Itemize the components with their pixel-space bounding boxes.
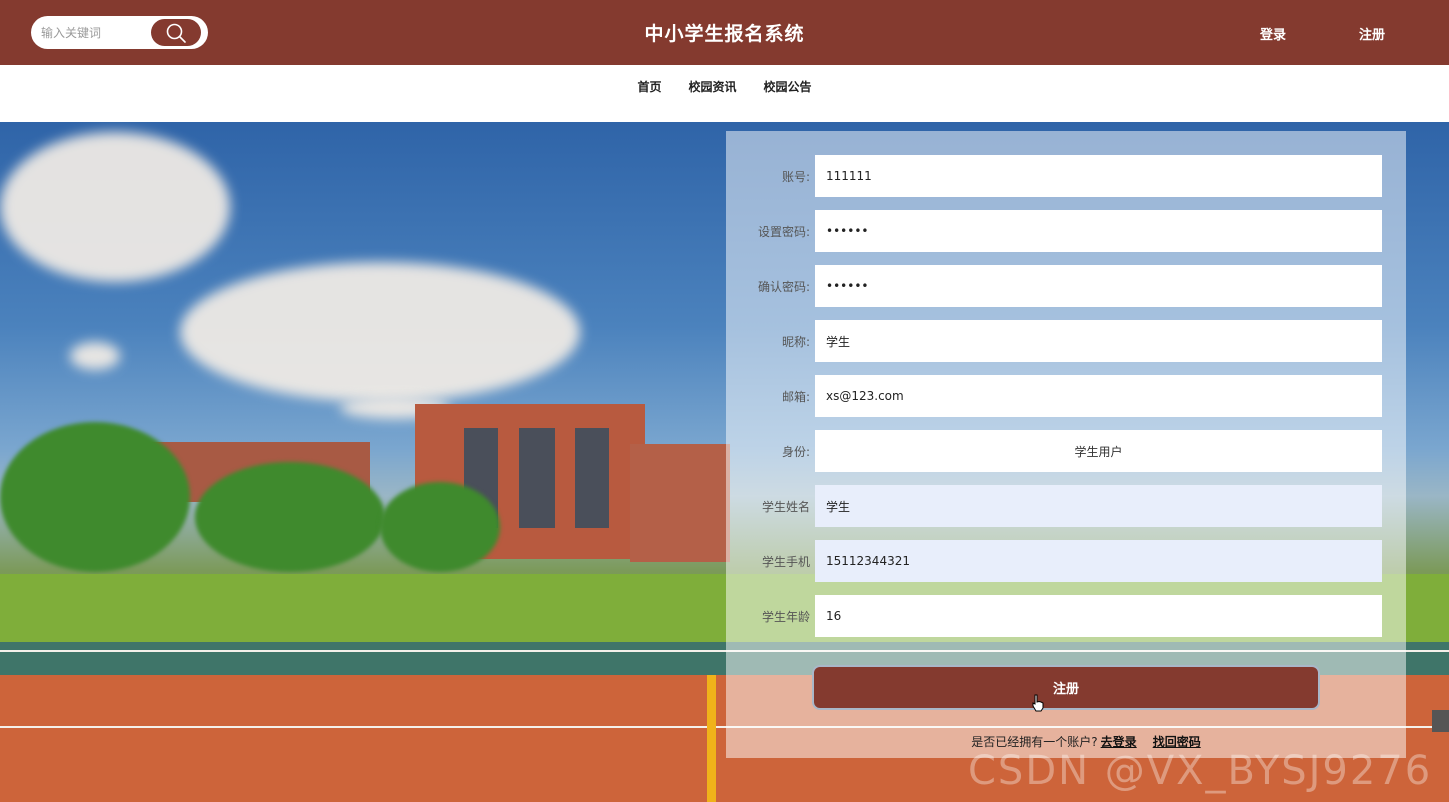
- confirm-password-row: 确认密码:: [726, 265, 1406, 307]
- form-bottom-links: 是否已经拥有一个账户? 去登录 找回密码: [726, 733, 1406, 750]
- main-nav: 首页 校园资讯 校园公告: [0, 65, 1449, 122]
- account-label: 账号:: [781, 170, 810, 184]
- track-yellow-line: [707, 675, 716, 802]
- search-icon: [166, 23, 186, 43]
- site-title-wrap: 中小学生报名系统: [0, 19, 1449, 46]
- password-row: 设置密码:: [726, 210, 1406, 252]
- register-submit-label: 注册: [1052, 682, 1079, 697]
- email-label: 邮箱:: [781, 390, 810, 404]
- student-phone-label: 学生手机: [761, 555, 810, 569]
- has-account-text: 是否已经拥有一个账户?: [971, 735, 1098, 749]
- email-row: 邮箱:: [726, 375, 1406, 417]
- cloud-shape: [0, 132, 230, 282]
- nickname-input[interactable]: [815, 320, 1382, 362]
- student-phone-input[interactable]: [815, 540, 1382, 582]
- student-name-row: 学生姓名: [726, 485, 1406, 527]
- login-link[interactable]: 登录: [1260, 24, 1286, 43]
- find-password-link[interactable]: 找回密码: [1153, 735, 1201, 749]
- search-button[interactable]: [151, 19, 201, 46]
- student-age-label: 学生年龄: [761, 610, 810, 624]
- student-age-row: 学生年龄: [726, 595, 1406, 637]
- student-age-input[interactable]: [815, 595, 1382, 637]
- search-box: [31, 16, 208, 49]
- identity-selected-value: 学生用户: [1074, 444, 1123, 459]
- building-shape: [630, 444, 730, 562]
- password-input[interactable]: [815, 210, 1382, 252]
- building-window: [519, 428, 555, 528]
- email-input[interactable]: [815, 375, 1382, 417]
- confirm-password-label: 确认密码:: [757, 280, 810, 294]
- cloud-shape: [70, 342, 120, 370]
- tree-shape: [380, 482, 500, 572]
- cloud-shape: [180, 262, 580, 402]
- student-name-label: 学生姓名: [761, 500, 810, 514]
- tree-shape: [0, 422, 190, 572]
- account-row: 账号:: [726, 155, 1406, 197]
- go-login-link[interactable]: 去登录: [1101, 735, 1137, 749]
- hand-cursor-icon: [1032, 694, 1044, 712]
- confirm-password-input[interactable]: [815, 265, 1382, 307]
- identity-row: 身份: 学生用户: [726, 430, 1406, 472]
- student-phone-row: 学生手机: [726, 540, 1406, 582]
- nickname-row: 昵称:: [726, 320, 1406, 362]
- building-window: [575, 428, 609, 528]
- nickname-label: 昵称:: [781, 335, 810, 349]
- tree-shape: [195, 462, 385, 572]
- register-submit-button[interactable]: 注册: [812, 665, 1320, 710]
- password-label: 设置密码:: [757, 225, 810, 239]
- identity-select[interactable]: 学生用户: [815, 430, 1382, 472]
- student-name-input[interactable]: [815, 485, 1382, 527]
- side-keyboard-tab[interactable]: [1432, 710, 1449, 732]
- top-header: 中小学生报名系统 登录 注册: [0, 0, 1449, 65]
- nav-home[interactable]: 首页: [637, 78, 661, 94]
- register-form-panel: 账号: 设置密码: 确认密码: 昵称: 邮箱: 身份: 学生用户 学生姓名 学生…: [726, 131, 1406, 758]
- register-link[interactable]: 注册: [1359, 24, 1385, 43]
- nav-campus-notice[interactable]: 校园公告: [764, 78, 812, 94]
- site-title: 中小学生报名系统: [644, 23, 805, 45]
- account-input[interactable]: [815, 155, 1382, 197]
- identity-label: 身份:: [781, 445, 810, 459]
- nav-campus-news[interactable]: 校园资讯: [688, 78, 736, 94]
